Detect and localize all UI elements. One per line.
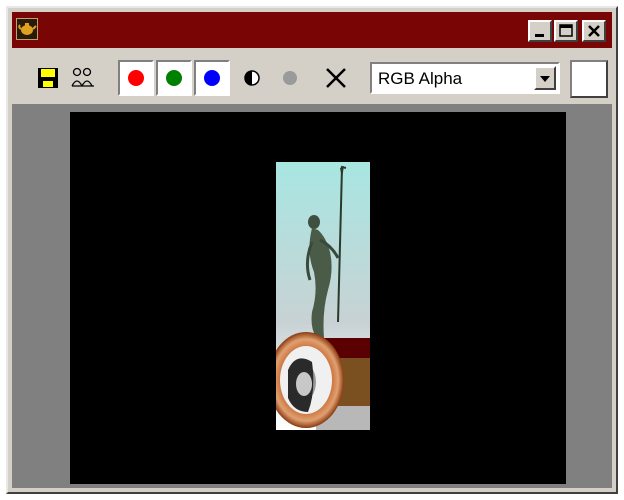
clone-icon[interactable] xyxy=(70,66,94,90)
channel-dropdown[interactable]: RGB Alpha xyxy=(370,62,560,94)
green-channel-button[interactable] xyxy=(156,60,192,96)
render-viewport[interactable] xyxy=(12,104,612,488)
app-teapot-icon[interactable] xyxy=(16,18,38,40)
save-icon[interactable] xyxy=(36,66,60,90)
render-window: RGB Alpha xyxy=(6,6,618,494)
maximize-button[interactable] xyxy=(554,20,578,42)
render-canvas[interactable] xyxy=(70,112,566,484)
green-dot-icon xyxy=(166,70,182,86)
minimize-button[interactable] xyxy=(528,20,552,42)
color-swatch[interactable] xyxy=(570,60,608,98)
toolbar: RGB Alpha xyxy=(12,52,612,106)
close-button[interactable] xyxy=(582,20,606,42)
half-circle-icon[interactable] xyxy=(240,66,264,90)
rendered-image xyxy=(276,162,370,430)
blue-channel-button[interactable] xyxy=(194,60,230,96)
x-icon[interactable] xyxy=(324,66,348,90)
red-dot-icon xyxy=(128,70,144,86)
gray-dot-icon[interactable] xyxy=(278,66,302,90)
red-channel-button[interactable] xyxy=(118,60,154,96)
channel-dropdown-value: RGB Alpha xyxy=(378,69,463,88)
chevron-down-icon[interactable] xyxy=(534,66,556,90)
title-bar[interactable] xyxy=(12,12,612,48)
blue-dot-icon xyxy=(204,70,220,86)
